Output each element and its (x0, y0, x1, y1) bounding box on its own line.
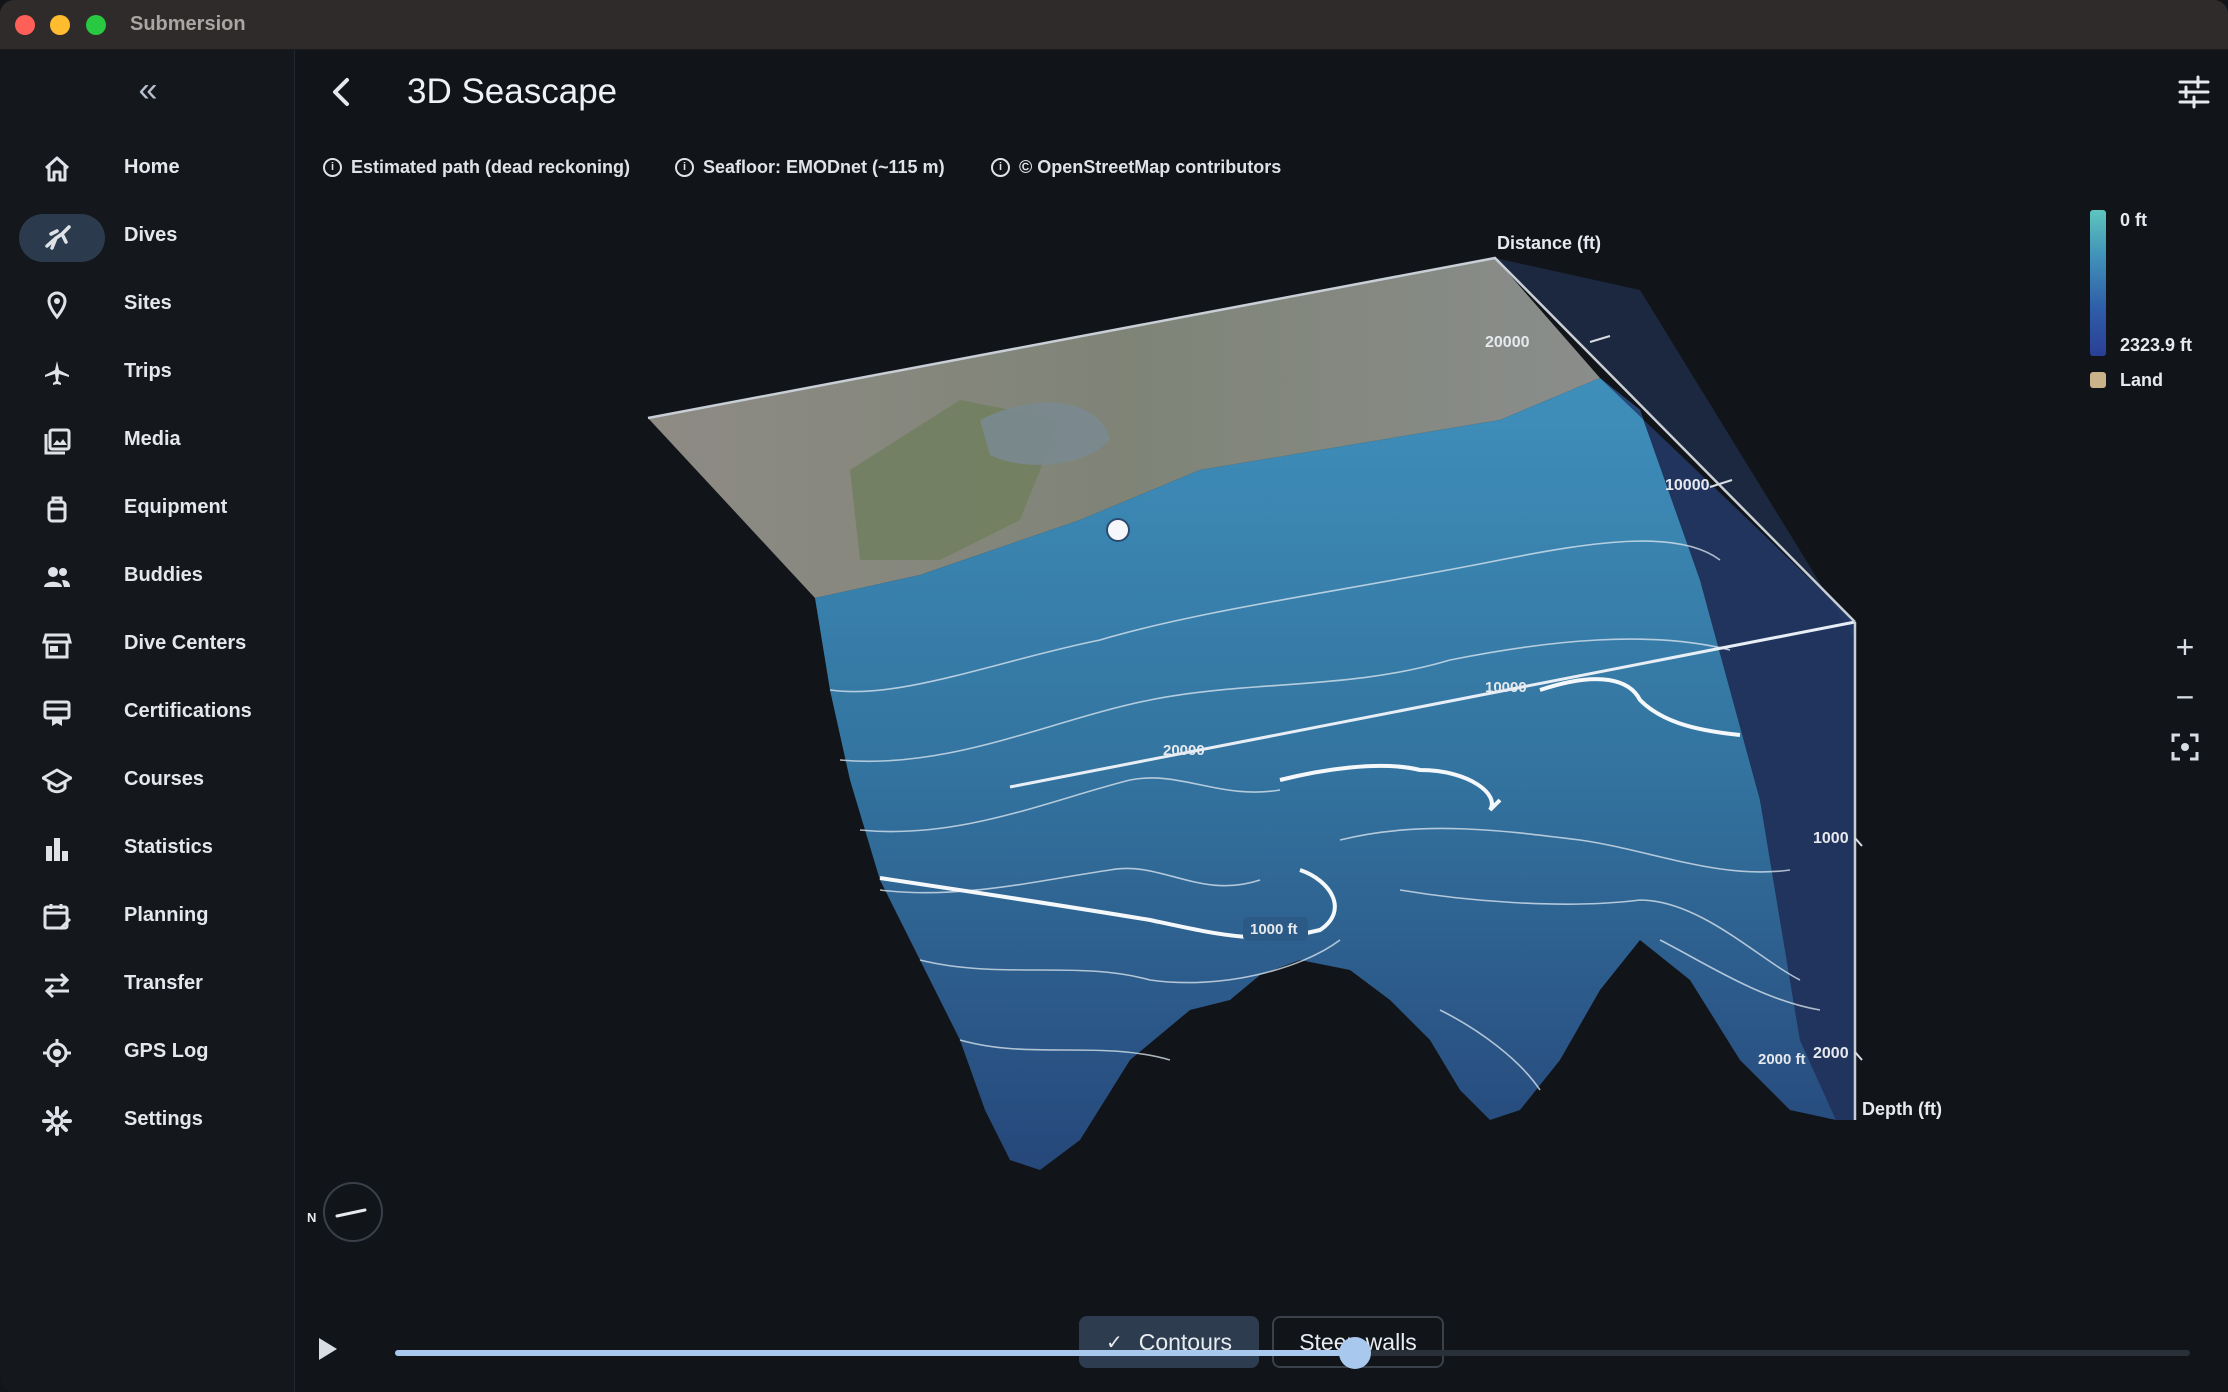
sidebar-item-transfer[interactable]: Transfer (0, 954, 294, 1014)
center-focus-icon (2171, 733, 2199, 761)
settings-button[interactable] (2176, 74, 2212, 110)
attribution-seafloor[interactable]: i Seafloor: EMODnet (~115 m) (675, 155, 945, 179)
zoom-window-button[interactable] (86, 15, 106, 35)
info-icon: i (323, 157, 342, 177)
minimize-window-button[interactable] (50, 15, 70, 35)
bar-chart-icon (46, 838, 68, 861)
sidebar-item-label: Dive Centers (124, 632, 247, 654)
sidebar-item-certifications[interactable]: Certifications (0, 682, 294, 742)
photo-library-icon (44, 428, 71, 455)
location-pin-icon (47, 291, 67, 320)
info-icon: i (991, 157, 1010, 177)
tune-icon (2178, 75, 2210, 109)
sidebar-item-label: Dives (124, 224, 178, 246)
calendar-edit-icon (43, 904, 72, 931)
land-label: Land (2120, 370, 2163, 390)
scuba-diver-icon (45, 225, 71, 250)
sidebar-item-media[interactable]: Media (0, 410, 294, 470)
app-title: Submersion (130, 13, 246, 35)
depth-tick-label: 1000 (1813, 830, 1849, 847)
sidebar-item-planning[interactable]: Planning (0, 886, 294, 946)
sidebar-item-label: Settings (124, 1108, 203, 1130)
attribution-osm[interactable]: i © OpenStreetMap contributors (991, 155, 1281, 179)
title-bar: Submersion (0, 0, 2228, 50)
play-button[interactable] (313, 1332, 343, 1366)
playback-slider-fill (395, 1350, 1356, 1356)
sidebar: « Home Dives Sites Trips Media Equipment Buddi… (0, 50, 295, 1392)
sidebar-item-label: Equipment (124, 496, 228, 518)
sidebar-item-equipment[interactable]: Equipment (0, 478, 294, 538)
people-icon (44, 567, 70, 587)
home-icon (44, 156, 70, 182)
compass-north-label: N (307, 1210, 317, 1225)
floor-tick-label: 20000 (1163, 742, 1205, 759)
sidebar-item-label: Certifications (124, 700, 252, 722)
seascape-3d-view[interactable]: 20000 10000 Distance (ft) 10000 20000 10… (295, 50, 2228, 1310)
land-swatch (2090, 372, 2106, 388)
back-button[interactable] (325, 72, 361, 112)
sidebar-item-home[interactable]: Home (0, 138, 294, 198)
sidebar-item-label: Home (124, 156, 180, 178)
attribution-text: Estimated path (dead reckoning) (351, 156, 631, 177)
contour-label: 1000 ft (1250, 921, 1298, 938)
contours-toggle[interactable]: ✓ Contours (1079, 1316, 1259, 1368)
main-area: 20000 10000 Distance (ft) 10000 20000 10… (295, 50, 2228, 1392)
floor-tick-label: 10000 (1485, 679, 1527, 696)
sidebar-item-statistics[interactable]: Statistics (0, 818, 294, 878)
app-window: Submersion « Home Dives Sites Trips Media Equ… (0, 0, 2228, 1392)
compass[interactable] (323, 1182, 383, 1242)
recenter-button[interactable] (2165, 730, 2205, 770)
sidebar-item-label: Courses (124, 768, 205, 790)
chevron-left-icon (333, 78, 349, 106)
attribution-path[interactable]: i Estimated path (dead reckoning) (323, 155, 630, 179)
zoom-out-button[interactable]: − (2165, 677, 2205, 717)
gps-target-icon (43, 1039, 71, 1067)
info-icon: i (675, 157, 694, 177)
sidebar-item-sites[interactable]: Sites (0, 274, 294, 334)
zoom-in-button[interactable]: + (2165, 627, 2205, 667)
sidebar-item-label: Transfer (124, 972, 203, 994)
sidebar-item-dive-centers[interactable]: Dive Centers (0, 614, 294, 674)
depth-color-bar (2090, 210, 2106, 356)
sidebar-item-trips[interactable]: Trips (0, 342, 294, 402)
sidebar-item-settings[interactable]: Settings (0, 1090, 294, 1150)
sidebar-item-label: Planning (124, 904, 209, 926)
airplane-icon (45, 361, 69, 385)
card-membership-icon (43, 700, 71, 726)
attribution-text: © OpenStreetMap contributors (1019, 156, 1282, 177)
sidebar-item-label: GPS Log (124, 1040, 209, 1062)
legend-bottom-label: 2323.9 ft (2120, 335, 2193, 355)
depth-tick-label: 2000 (1813, 1045, 1849, 1062)
double-chevron-left-icon[interactable]: « (128, 70, 168, 110)
playback-slider[interactable] (395, 1337, 2190, 1369)
school-icon (42, 768, 72, 794)
page-title: 3D Seascape (407, 72, 618, 111)
swap-arrows-icon (44, 972, 70, 999)
distance-tick-label: 10000 (1665, 477, 1710, 494)
gear-icon (42, 1106, 72, 1136)
sidebar-item-label: Buddies (124, 564, 203, 586)
attribution-text: Seafloor: EMODnet (~115 m) (703, 156, 945, 177)
sidebar-item-label: Statistics (124, 836, 213, 858)
sidebar-item-label: Sites (124, 292, 172, 314)
sidebar-item-label: Media (124, 428, 181, 450)
distance-tick-label: 20000 (1485, 334, 1530, 351)
contour-label: 2000 ft (1758, 1051, 1806, 1068)
compass-needle-icon (335, 1208, 367, 1218)
tank-icon (47, 496, 67, 523)
storefront-icon (42, 633, 72, 659)
play-icon (319, 1338, 337, 1360)
close-window-button[interactable] (15, 15, 35, 35)
sidebar-item-label: Trips (124, 360, 172, 382)
legend-top-label: 0 ft (2120, 210, 2147, 230)
sidebar-item-courses[interactable]: Courses (0, 750, 294, 810)
depth-axis-label: Depth (ft) (1862, 1099, 1942, 1119)
dive-position-marker[interactable] (1106, 518, 1130, 542)
sidebar-item-dives[interactable]: Dives (0, 206, 294, 266)
sidebar-item-buddies[interactable]: Buddies (0, 546, 294, 606)
sidebar-item-gps-log[interactable]: GPS Log (0, 1022, 294, 1082)
distance-axis-label: Distance (ft) (1497, 233, 1601, 253)
